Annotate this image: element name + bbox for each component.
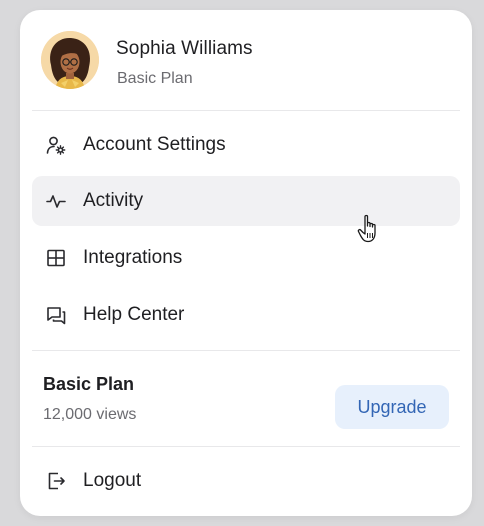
activity-icon <box>46 195 66 208</box>
chat-icon <box>47 307 66 325</box>
plan-section: Basic Plan 12,000 views Upgrade <box>20 352 472 446</box>
hand-cursor-icon <box>357 214 376 243</box>
avatar <box>41 31 99 89</box>
menu-item-label: Integrations <box>83 247 183 268</box>
menu-item-label: Activity <box>83 190 144 211</box>
divider <box>32 350 460 351</box>
menu-item-logout[interactable]: Logout <box>32 456 460 506</box>
logout-icon <box>48 472 65 490</box>
grid-icon <box>47 249 65 267</box>
plan-views: 12,000 views <box>43 406 137 423</box>
menu-item-label: Help Center <box>83 304 185 325</box>
upgrade-button[interactable]: Upgrade <box>335 385 449 429</box>
divider <box>32 446 460 447</box>
divider <box>32 110 460 111</box>
menu-item-label: Account Settings <box>83 134 226 155</box>
menu-item-help-center[interactable]: Help Center <box>32 290 460 340</box>
menu-item-account-settings[interactable]: Account Settings <box>32 120 460 170</box>
profile-header: Sophia Williams Basic Plan <box>20 10 472 110</box>
user-settings-icon <box>46 136 66 155</box>
menu-item-activity[interactable]: Activity <box>32 176 460 226</box>
profile-plan: Basic Plan <box>117 70 193 87</box>
plan-title: Basic Plan <box>43 374 135 394</box>
profile-name: Sophia Williams <box>116 38 253 59</box>
logout-label: Logout <box>83 470 142 491</box>
menu-item-integrations[interactable]: Integrations <box>32 233 460 283</box>
user-menu: Sophia Williams Basic Plan Account Setti… <box>20 10 472 516</box>
